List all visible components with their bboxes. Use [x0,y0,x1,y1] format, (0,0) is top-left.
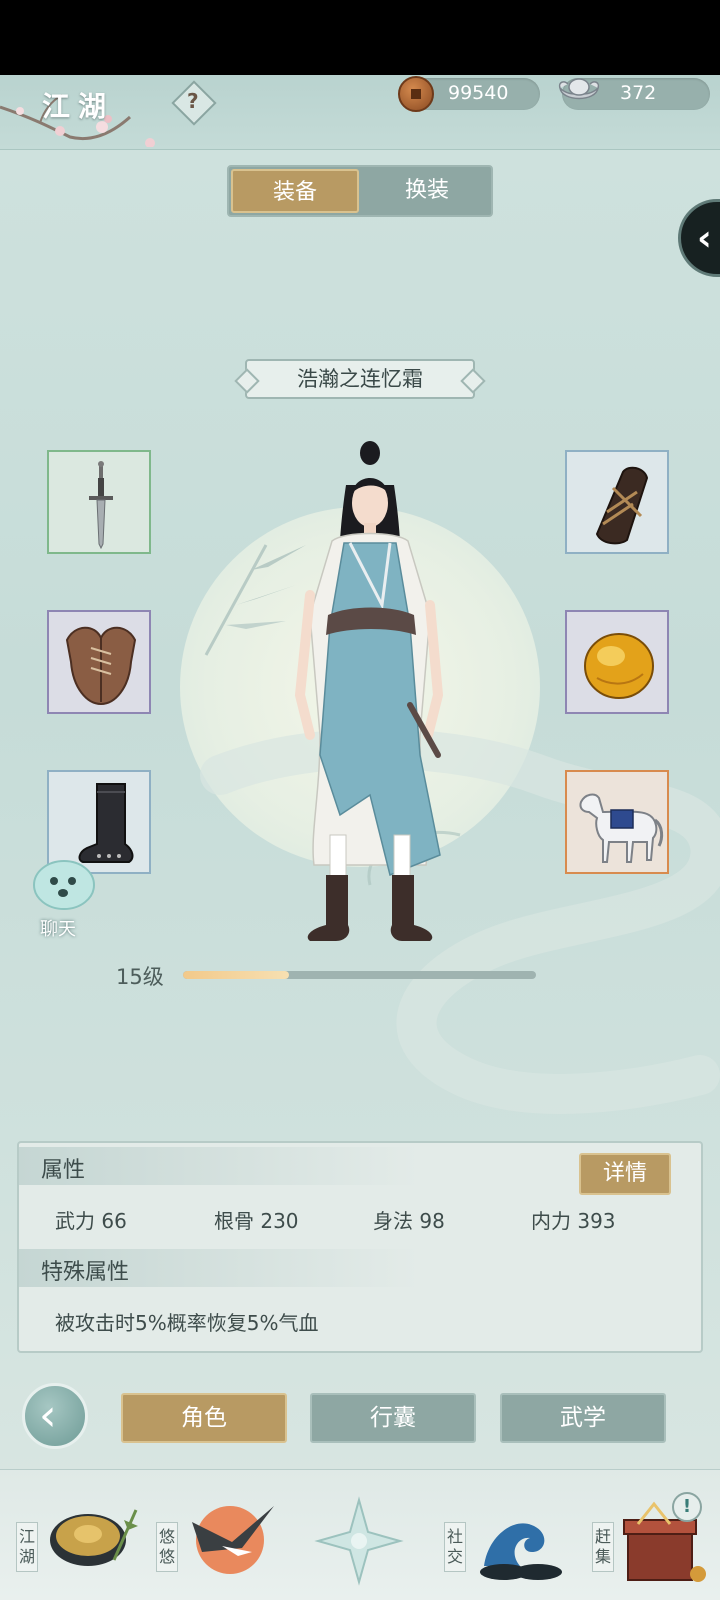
tab-character[interactable]: 角色 [121,1393,287,1443]
nav-market[interactable]: ! 赶集 [588,1470,718,1600]
nav-youyou[interactable]: 悠悠 [152,1470,282,1600]
copper-currency[interactable]: 99540 [398,76,540,112]
amber-gem-icon [584,633,654,699]
sword-icon [89,461,113,550]
top-header: 江湖 ? 99540 372 [0,75,720,150]
tab-equip[interactable]: 装备 [231,169,359,213]
bracer-slot[interactable] [565,450,669,554]
special-attributes-heading: 特殊属性 [41,1260,130,1285]
level-progress-bar [183,971,536,979]
mount-slot[interactable] [565,770,669,874]
help-icon: ? [187,89,199,113]
copper-value: 99540 [448,82,509,104]
nav-label-market: 赶集 [592,1522,614,1572]
nav-label-youyou: 悠悠 [156,1522,178,1572]
special-attribute-text: 被攻击时5%概率恢复5%气血 [55,1311,319,1335]
copper-coin-icon [398,76,434,112]
back-button[interactable]: ‹ [22,1383,88,1449]
stat-strength: 武力 66 [55,1209,127,1233]
equip-outfit-toggle: 装备 换装 [227,165,493,217]
tab-inventory[interactable]: 行囊 [310,1393,476,1443]
stat-agility: 身法 98 [373,1209,445,1233]
app-screen: 江湖 ? 99540 372 装备 换装 ‹ 浩瀚之连忆霜 聊天 15级 属性 … [0,75,720,1600]
stat-inner-power: 内力 393 [531,1209,616,1233]
tab-martial-arts[interactable]: 武学 [500,1393,666,1443]
silver-ingot-icon [558,78,600,100]
status-bar [0,0,720,75]
bottom-nav: 江湖 悠悠 社交 ! 赶集 [0,1469,720,1600]
nav-main[interactable] [300,1470,420,1600]
chevron-left-icon: ‹ [697,218,712,259]
attributes-header: 属性 [19,1147,419,1185]
stat-constitution: 根骨 230 [214,1209,299,1233]
nav-social[interactable]: 社交 [440,1470,570,1600]
straw-hat-icon [50,1509,138,1566]
white-horse-icon [579,793,664,863]
notification-alert-icon: ! [672,1492,702,1522]
page-title: 江湖 [42,90,115,123]
compass-star-icon [314,1496,404,1586]
chat-mascot-icon[interactable] [28,855,98,915]
bracer-icon [595,466,649,545]
nav-label-social: 社交 [444,1522,466,1572]
accessory-slot[interactable] [565,610,669,714]
character-model [294,441,444,941]
back-arrow-icon: ‹ [39,1390,57,1441]
details-button[interactable]: 详情 [579,1153,671,1195]
nav-label-jianghu: 江湖 [16,1522,38,1572]
side-drawer-toggle[interactable]: ‹ [678,199,720,277]
attributes-panel: 属性 详情 武力 66 根骨 230 身法 98 内力 393 特殊属性 被攻击… [17,1141,703,1353]
level-label: 15级 [116,965,164,989]
tab-outfit[interactable]: 换装 [363,169,491,213]
leather-armor-icon [65,626,137,706]
silver-currency[interactable]: 372 [558,78,710,110]
chat-label[interactable]: 聊天 [40,915,76,941]
special-attributes-header: 特殊属性 [19,1249,419,1287]
wave-icon [480,1523,562,1580]
attributes-heading: 属性 [41,1158,86,1183]
crane-icon [192,1506,274,1574]
nav-jianghu[interactable]: 江湖 [12,1470,142,1600]
armor-slot[interactable] [47,610,151,714]
silver-value: 372 [620,82,657,104]
level-progress-fill [183,971,289,979]
weapon-slot[interactable] [47,450,151,554]
character-name: 浩瀚之连忆霜 [245,359,475,399]
